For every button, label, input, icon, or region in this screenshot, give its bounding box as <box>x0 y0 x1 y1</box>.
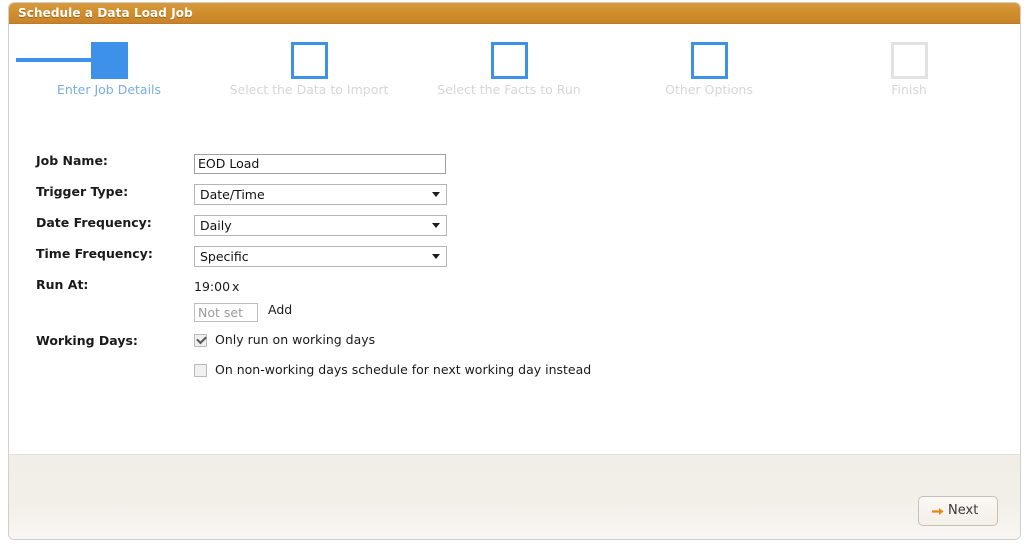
step-connector-line <box>16 58 93 62</box>
new-time-input[interactable] <box>194 303 258 322</box>
run-at-time-value: 19:00 <box>194 279 231 294</box>
wizard-step-finish: Finish <box>809 25 1009 103</box>
wizard-step-select-facts-to-run[interactable]: Select the Facts to Run <box>409 25 609 103</box>
wizard-step-other-options[interactable]: Other Options <box>609 25 809 103</box>
step-label: Select the Data to Import <box>229 82 389 97</box>
date-frequency-value: Daily <box>200 218 232 233</box>
checkbox-label: On non-working days schedule for next wo… <box>215 362 592 377</box>
time-frequency-select[interactable]: Specific <box>194 246 447 267</box>
wizard-footer: Next <box>9 454 1020 539</box>
step-label: Other Options <box>665 82 753 97</box>
step-box-icon <box>291 42 328 79</box>
trigger-type-value: Date/Time <box>200 187 265 202</box>
job-name-label: Job Name: <box>36 153 108 168</box>
run-at-label: Run At: <box>36 277 89 292</box>
run-at-control: 19:00x Add <box>194 276 292 322</box>
run-at-add-row: Add <box>194 302 292 322</box>
date-frequency-label: Date Frequency: <box>36 215 152 230</box>
working-days-label: Working Days: <box>36 333 138 348</box>
step-label: Enter Job Details <box>56 82 162 97</box>
chevron-down-icon <box>432 223 440 228</box>
step-box-icon <box>891 42 928 79</box>
wizard-step-select-data-to-import[interactable]: Select the Data to Import <box>209 25 409 103</box>
wizard-step-enter-job-details[interactable]: Enter Job Details <box>9 25 209 103</box>
chevron-down-icon <box>432 192 440 197</box>
checkbox-icon-checked[interactable] <box>194 334 207 347</box>
job-details-form: Job Name: Trigger Type: Date/Time Date F… <box>9 103 1020 454</box>
page-title: Schedule a Data Load Job <box>18 6 193 20</box>
add-time-link[interactable]: Add <box>268 302 292 317</box>
time-frequency-label: Time Frequency: <box>36 246 153 261</box>
checkbox-icon-unchecked[interactable] <box>194 364 207 377</box>
job-name-control <box>194 153 446 174</box>
wizard-body: Enter Job Details Select the Data to Imp… <box>9 25 1020 454</box>
step-label: Finish <box>891 82 927 97</box>
time-frequency-value: Specific <box>200 249 249 264</box>
step-box-icon <box>91 42 128 79</box>
chevron-down-icon <box>432 254 440 259</box>
checkbox-label: Only run on working days <box>215 332 376 347</box>
time-frequency-control: Specific <box>194 246 447 267</box>
trigger-type-label: Trigger Type: <box>36 184 129 199</box>
arrow-right-icon <box>932 508 944 515</box>
wizard-step-indicator: Enter Job Details Select the Data to Imp… <box>9 25 1020 103</box>
window-title-bar: Schedule a Data Load Job <box>9 3 1020 24</box>
next-button-label: Next <box>948 503 979 518</box>
next-button[interactable]: Next <box>918 496 998 526</box>
run-at-time-entry: 19:00 x <box>194 276 292 295</box>
job-name-input[interactable] <box>194 153 446 174</box>
trigger-type-select[interactable]: Date/Time <box>194 184 447 205</box>
step-box-icon <box>491 42 528 79</box>
step-label: Select the Facts to Run <box>437 82 581 97</box>
remove-time-icon[interactable]: x <box>232 279 239 294</box>
date-frequency-control: Daily <box>194 215 447 236</box>
schedule-job-wizard-panel: Schedule a Data Load Job Enter Job Detai… <box>8 2 1021 540</box>
trigger-type-control: Date/Time <box>194 184 447 205</box>
step-box-icon <box>691 42 728 79</box>
date-frequency-select[interactable]: Daily <box>194 215 447 236</box>
